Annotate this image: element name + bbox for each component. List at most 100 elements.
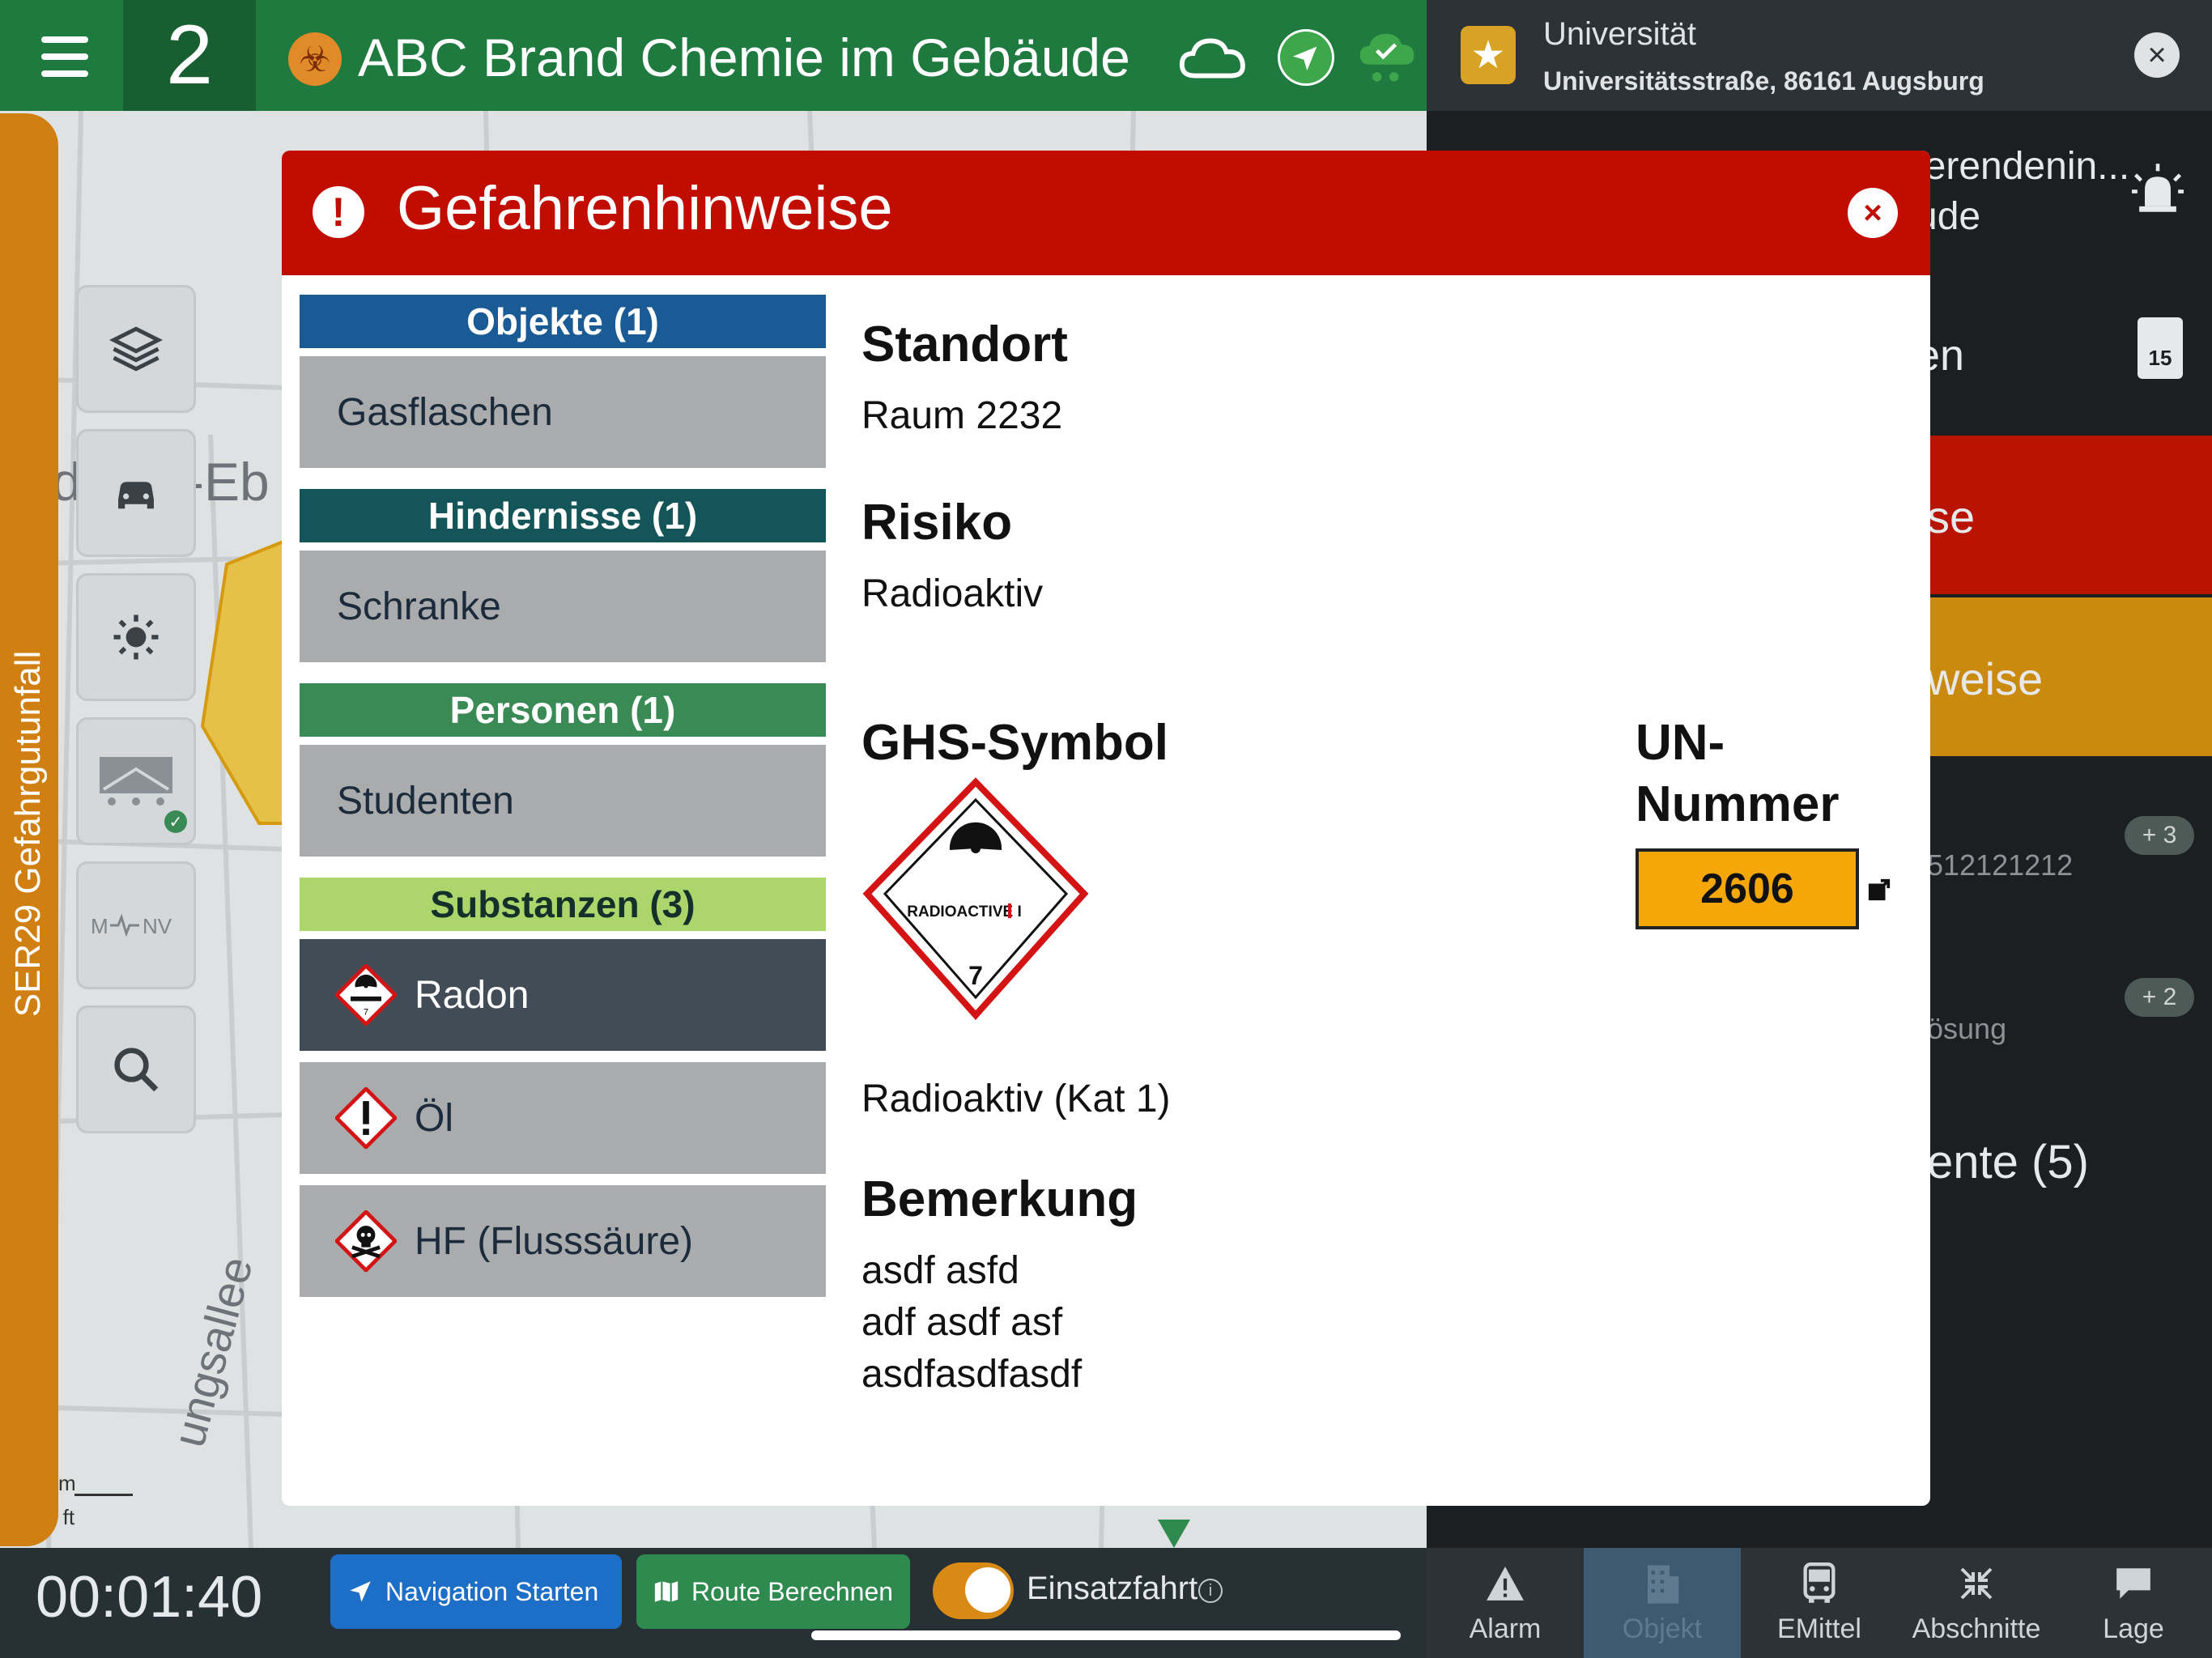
panel-text[interactable]: ente (5)	[1927, 1135, 2089, 1189]
navigation-arrow-icon	[350, 1581, 371, 1602]
tab-label: Objekt	[1622, 1613, 1703, 1644]
risiko-value: Radioaktiv	[861, 572, 1044, 615]
bemerkung-line: asdf asfd	[861, 1249, 1019, 1292]
info-icon[interactable]: i	[1198, 1579, 1223, 1603]
layers-button[interactable]	[76, 285, 196, 413]
warning-icon	[1487, 1566, 1524, 1601]
list-item-gasflaschen[interactable]: Gasflaschen	[300, 356, 826, 468]
exclamation-hazard-icon	[335, 1087, 397, 1149]
map-icon	[654, 1581, 678, 1602]
list-item-label: Öl	[415, 1096, 453, 1140]
menu-icon[interactable]	[16, 24, 113, 89]
check-icon: ✓	[164, 810, 187, 833]
vehicle-icon	[100, 757, 172, 806]
einsatzfahrt-label: Einsatzfahrt	[1027, 1571, 1198, 1606]
object-address: Universitätsstraße, 86161 Augsburg	[1543, 66, 1984, 96]
toggle-knob	[965, 1567, 1010, 1613]
biohazard-icon: ☣	[288, 32, 342, 86]
panel-text: se	[1927, 491, 1976, 542]
scale-bar	[74, 1494, 133, 1496]
search-icon	[114, 1048, 159, 1092]
layers-icon	[109, 326, 163, 372]
alarm-light-icon[interactable]	[2129, 162, 2186, 214]
car-icon	[118, 482, 154, 509]
tab-label: Lage	[2103, 1613, 2164, 1644]
vehicle-mode-button[interactable]	[76, 429, 196, 557]
list-item-label: Schranke	[337, 585, 501, 628]
list-item-label: HF (Flusssäure)	[415, 1219, 694, 1263]
tab-label: Alarm	[1469, 1613, 1542, 1644]
scale-meters: m	[58, 1471, 76, 1495]
svg-text:M: M	[91, 914, 108, 938]
route-calculate-label: Route Berechnen	[691, 1576, 894, 1606]
route-calculate-button[interactable]: Route Berechnen	[636, 1554, 910, 1629]
bus-icon	[1803, 1562, 1836, 1603]
un-heading-line1: UN-	[1636, 715, 1725, 771]
dialog-title: Gefahrenhinweise	[397, 174, 893, 243]
svg-text:7: 7	[364, 1008, 368, 1018]
panel-text: ierendenin...	[1916, 145, 2130, 188]
count-badge: + 3	[2125, 816, 2194, 855]
ghs-caption: Radioaktiv (Kat 1)	[861, 1078, 1171, 1120]
list-item-oel[interactable]: Öl	[300, 1062, 826, 1174]
list-item-schranke[interactable]: Schranke	[300, 551, 826, 662]
mnv-button[interactable]: M NV	[76, 861, 196, 989]
standort-value: Raum 2232	[861, 394, 1063, 437]
tab-label: Abschnitte	[1912, 1613, 2041, 1644]
sync-cloud-icon[interactable]	[1357, 28, 1419, 92]
un-number-plate[interactable]: 2606	[1636, 848, 1859, 929]
tab-abschnitte[interactable]: Abschnitte	[1898, 1548, 2055, 1658]
radioactive-icon: 7	[335, 964, 397, 1026]
category-header-objekte: Objekte (1)	[300, 295, 826, 348]
bemerkung-heading: Bemerkung	[861, 1171, 1138, 1227]
document-icon[interactable]: 15	[2138, 317, 2183, 379]
close-icon[interactable]: ×	[2134, 32, 2180, 78]
bemerkung-line: asdfasdfasdf	[861, 1353, 1083, 1396]
svg-text:NV: NV	[143, 914, 172, 938]
count-badge: + 2	[2125, 978, 2194, 1017]
list-item-hf[interactable]: HF (Flusssäure)	[300, 1185, 826, 1297]
navigation-start-button[interactable]: Navigation Starten	[330, 1554, 622, 1629]
home-indicator	[811, 1630, 1401, 1640]
ghs-sign-class: 7	[968, 961, 983, 990]
list-item-studenten[interactable]: Studenten	[300, 745, 826, 857]
cloud-icon[interactable]	[1176, 24, 1252, 89]
external-link-icon[interactable]	[1867, 878, 1891, 902]
category-header-hindernisse: Hindernisse (1)	[300, 489, 826, 542]
star-icon[interactable]: ★	[1461, 26, 1516, 84]
list-item-label: Gasflaschen	[337, 390, 553, 434]
incident-side-label: SER29 Gefahrgutunfall	[8, 650, 48, 1018]
alarm-level: 2	[123, 0, 256, 111]
alert-icon: !	[313, 186, 364, 238]
panel-text: ösung	[1927, 1012, 2007, 1045]
navigation-icon[interactable]	[1278, 29, 1334, 86]
tab-objekt[interactable]: Objekt	[1584, 1548, 1741, 1658]
navigation-start-label: Navigation Starten	[385, 1576, 599, 1606]
risiko-heading: Risiko	[861, 495, 1013, 551]
incident-title[interactable]: ABC Brand Chemie im Gebäude	[358, 21, 1130, 94]
search-button[interactable]	[76, 1005, 196, 1133]
brightness-button[interactable]	[76, 573, 196, 701]
tab-emittel[interactable]: EMittel	[1741, 1548, 1898, 1658]
ghs-radioactive-sign: RADIOACTIVE I 7	[862, 777, 1089, 1020]
object-name: Universität	[1543, 16, 1696, 52]
list-item-label: Radon	[415, 973, 530, 1017]
brightness-icon	[113, 614, 159, 660]
chat-icon	[2116, 1567, 2150, 1599]
elapsed-timer: 00:01:40	[36, 1565, 263, 1630]
standort-heading: Standort	[861, 317, 1068, 372]
list-item-radon[interactable]: 7 Radon	[300, 939, 826, 1051]
bemerkung-line: adf asdf asf	[861, 1301, 1063, 1344]
close-icon[interactable]: ×	[1848, 188, 1898, 238]
list-item-label: Studenten	[337, 779, 514, 823]
vehicle-layer-button[interactable]: ✓	[76, 717, 196, 845]
category-header-substanzen: Substanzen (3)	[300, 878, 826, 931]
mnv-icon: M NV	[91, 913, 172, 938]
tab-lage[interactable]: Lage	[2055, 1548, 2212, 1658]
map-label: -Eb	[186, 452, 270, 512]
panel-text: weise	[1927, 653, 2044, 704]
panel-text: 512121212	[1927, 848, 2074, 882]
tab-label: EMittel	[1777, 1613, 1861, 1644]
tab-alarm[interactable]: Alarm	[1427, 1548, 1584, 1658]
un-heading-line2: Nummer	[1636, 776, 1840, 832]
